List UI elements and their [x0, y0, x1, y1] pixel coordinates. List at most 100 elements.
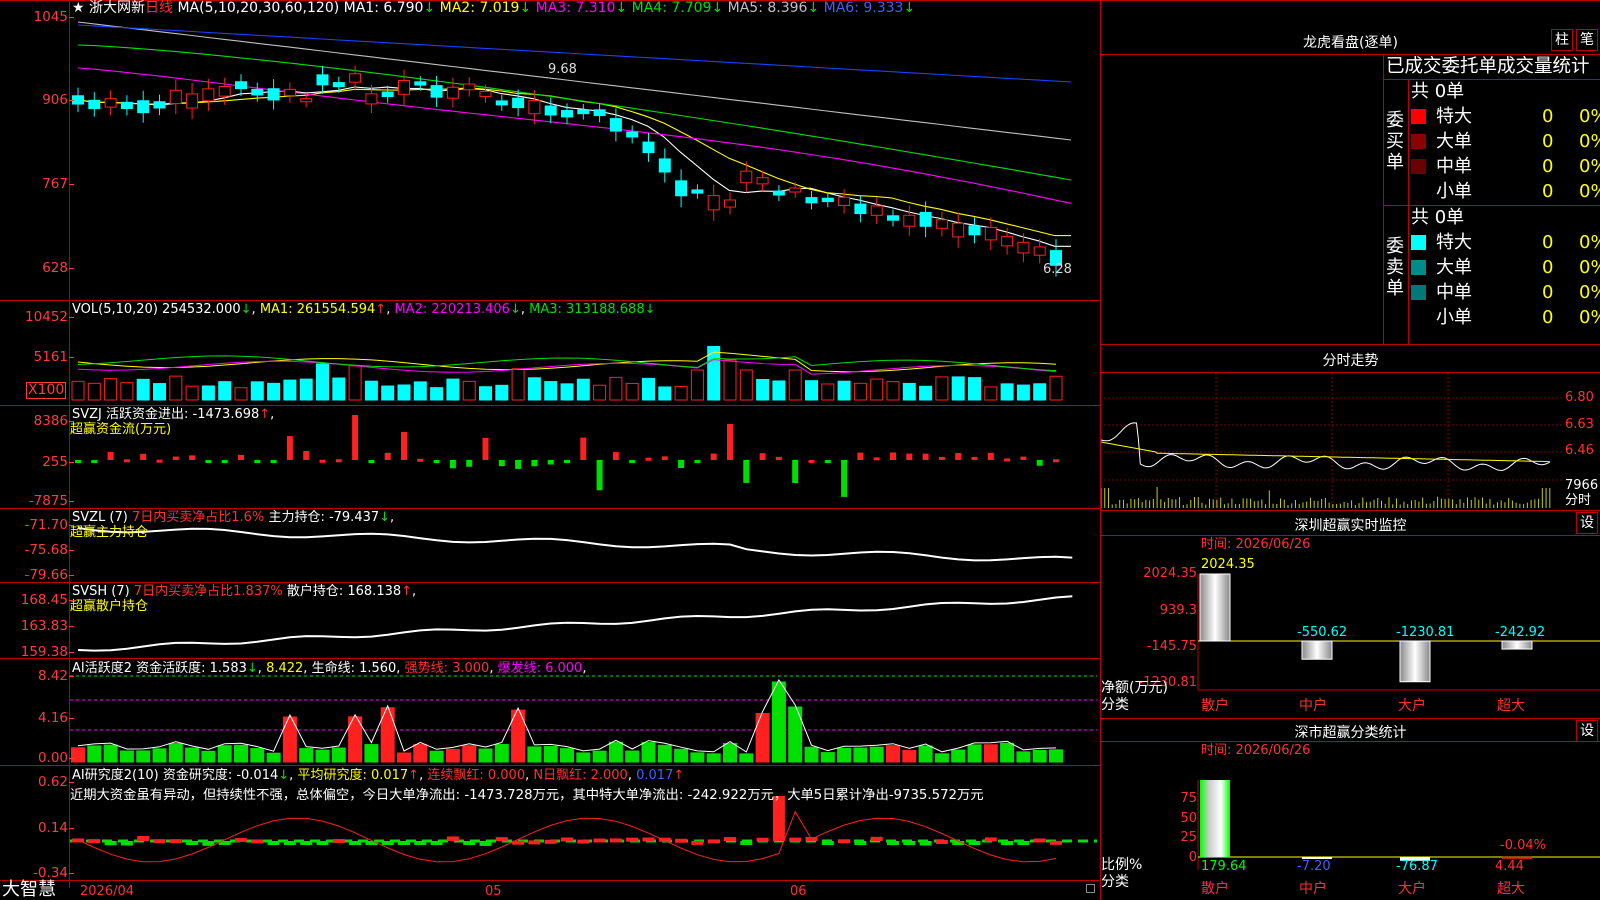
- svzl-pct: 7日内买卖净占比1.6%: [131, 510, 265, 525]
- order-percent: 0%: [1579, 131, 1600, 152]
- fund-flow-bar: [172, 456, 179, 460]
- label-char: 单: [1386, 152, 1404, 173]
- candle-body: [218, 85, 231, 97]
- ma6-value: MA6: 9.333: [823, 0, 904, 16]
- volume-bar: [902, 382, 916, 401]
- volume-bar: [968, 377, 981, 401]
- research-bar: [756, 837, 769, 842]
- activity-bar: [119, 750, 134, 763]
- volume-bar: [919, 385, 933, 401]
- candle-body: [414, 81, 427, 86]
- candle-body: [658, 158, 671, 173]
- activity-bar: [576, 752, 591, 763]
- research-bar: [235, 838, 247, 843]
- down-arrow-icon: ↓: [644, 302, 656, 317]
- label-char: 卖: [1386, 257, 1404, 278]
- favorite-star-icon[interactable]: ★: [72, 0, 85, 16]
- net-value-label: 2024.35: [1201, 557, 1255, 572]
- activity-bar: [201, 750, 216, 763]
- ma3-value: MA3: 7.310: [535, 0, 616, 16]
- lock-icon[interactable]: [1086, 884, 1095, 893]
- research-bar: [821, 841, 834, 845]
- volume-bar: [169, 375, 183, 401]
- volume-bar: [690, 369, 704, 401]
- volume-bar: [674, 385, 688, 401]
- date-tick: 05: [485, 884, 502, 899]
- fund-flow-bar: [938, 456, 945, 460]
- research-bar: [838, 839, 851, 844]
- down-arrow-icon: ↓: [519, 0, 532, 16]
- order-percent: 0%: [1579, 156, 1600, 177]
- svsh-header: SVSH (7) 7日内买卖净占比1.837% 散户持仓: 168.138↑,: [72, 584, 417, 599]
- column-view-tab[interactable]: 柱: [1551, 29, 1573, 51]
- candle-body: [968, 225, 981, 236]
- research-bar: [398, 841, 410, 845]
- order-volume: 0: [1542, 181, 1554, 202]
- fund-flow-bar: [971, 456, 978, 460]
- activity-bar: [967, 744, 982, 763]
- volume-bar: [267, 382, 281, 401]
- volume-bar: [87, 382, 101, 401]
- order-size-label: 中单: [1436, 156, 1472, 177]
- activity-bar: [413, 743, 428, 763]
- fund-flow-bar: [1004, 458, 1011, 462]
- legend-swatch: [1411, 310, 1426, 325]
- candle-body: [235, 81, 247, 90]
- monitor-axis-label: 2024.35: [1143, 566, 1197, 581]
- research-bar: [88, 839, 101, 844]
- research-bar: [609, 838, 622, 843]
- volume-bar: [1000, 383, 1014, 401]
- research-bar: [479, 841, 492, 846]
- volume-bar: [185, 385, 199, 401]
- category-label: 散户: [1201, 698, 1229, 714]
- intraday-vol-label: 7966: [1565, 478, 1599, 493]
- order-percent: 0%: [1579, 232, 1600, 253]
- divider: [1101, 535, 1600, 536]
- fund-flow-bar: [303, 451, 310, 460]
- fund-flow-bar: [906, 453, 913, 460]
- sell-order-label: 委卖单: [1386, 236, 1406, 299]
- vol-unit-label: X100: [26, 382, 67, 399]
- net-value-bar: [1399, 640, 1431, 683]
- candle-body: [838, 196, 851, 206]
- monitor-settings-button[interactable]: 设: [1576, 512, 1598, 534]
- order-percent: 0%: [1579, 181, 1600, 202]
- volume-bar: [71, 380, 85, 401]
- volume-bar: [1016, 384, 1030, 401]
- volume-bar: [332, 377, 346, 401]
- activity-bar: [608, 741, 623, 763]
- volume-bar: [430, 387, 444, 401]
- ratio-value-label: -76.87: [1396, 859, 1438, 874]
- period-label[interactable]: 日线: [145, 0, 173, 16]
- analysis-comment: 近期大资金虽有异动，但持续性不强，总体偏空，今日大单净流出: -1473.728…: [70, 788, 984, 803]
- candle-body: [642, 141, 655, 154]
- activity-bar: [217, 745, 232, 763]
- activity-bar: [299, 748, 314, 763]
- activity-bar: [820, 752, 835, 763]
- stock-name[interactable]: 浙大网新: [89, 0, 145, 16]
- price-axis-label: 906: [0, 93, 74, 107]
- candle-body: [398, 80, 410, 95]
- fund-flow-bar: [384, 452, 391, 460]
- air-extra: 0.017: [636, 768, 674, 783]
- ma-line: [77, 21, 1072, 141]
- classify-unit: 比例%: [1101, 857, 1143, 873]
- research-bar: [593, 838, 606, 843]
- buy-order-label: 委买单: [1386, 110, 1406, 173]
- candle-body: [984, 226, 997, 241]
- air-research: 资金研究度: -0.014: [162, 768, 279, 783]
- order-row: 大单 0 0%: [1411, 256, 1600, 280]
- tick-view-tab[interactable]: 笔: [1576, 29, 1598, 51]
- activity-bar: [87, 745, 102, 763]
- activity-bar: [560, 748, 574, 763]
- activity-bar: [739, 753, 754, 763]
- svzj-axis-label: 255: [0, 455, 74, 469]
- volume-bar: [316, 363, 329, 401]
- candle-body: [120, 101, 133, 110]
- fund-flow-bar: [922, 453, 929, 460]
- volume-bar: [381, 385, 395, 401]
- candle-body: [446, 86, 459, 99]
- classify-axis-label: 75: [1180, 791, 1197, 806]
- classify-settings-button[interactable]: 设: [1576, 720, 1598, 742]
- fund-flow-bar: [156, 459, 163, 463]
